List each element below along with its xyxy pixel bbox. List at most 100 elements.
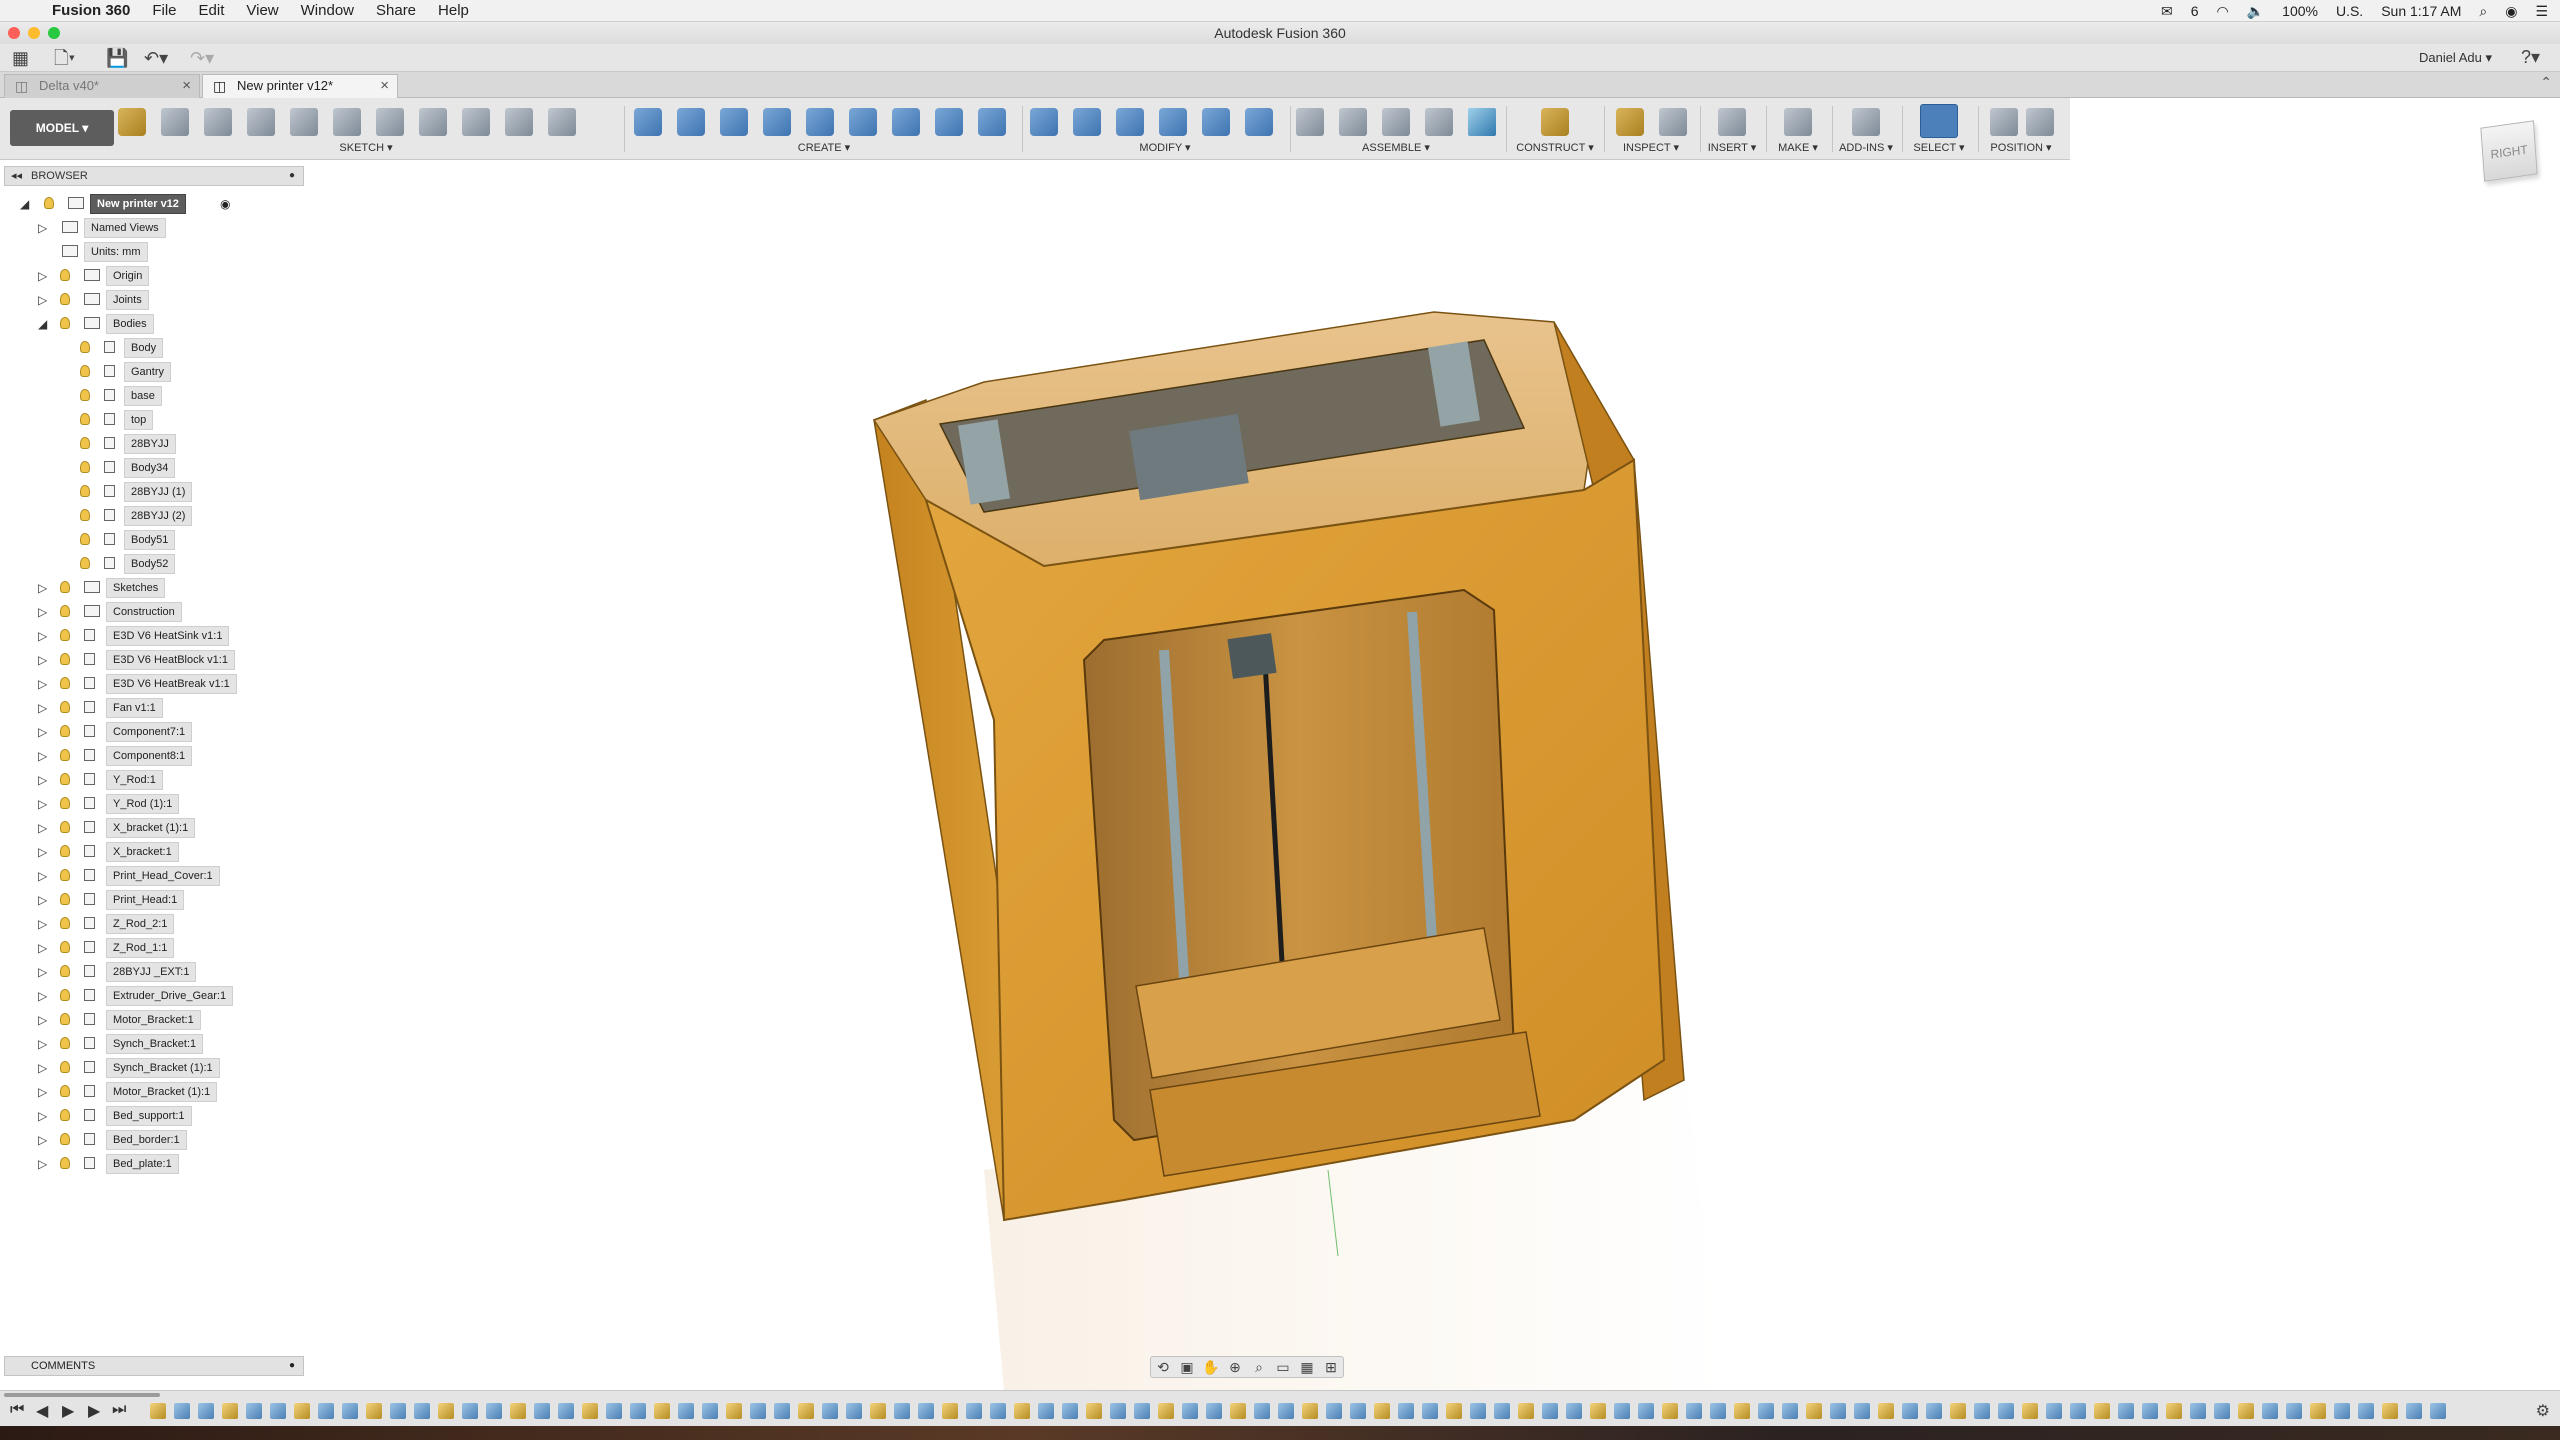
offset-plane-icon[interactable]: [1541, 108, 1569, 136]
timeline-feature-icon[interactable]: [2142, 1403, 2158, 1419]
timeline-feature-icon[interactable]: [1182, 1403, 1198, 1419]
timeline-feature-icon[interactable]: [630, 1403, 646, 1419]
wifi-icon[interactable]: ◠: [2217, 3, 2229, 20]
timeline-feature-icon[interactable]: [2046, 1403, 2062, 1419]
search-icon[interactable]: ⌕: [2479, 3, 2487, 20]
timeline-feature-icon[interactable]: [2214, 1403, 2230, 1419]
timeline-feature-icon[interactable]: [150, 1403, 166, 1419]
edit-sketch-icon[interactable]: [118, 108, 146, 136]
visibility-bulb-icon[interactable]: [80, 389, 90, 401]
group-label-position[interactable]: POSITION ▾: [1980, 141, 2062, 154]
collapse-panel-icon[interactable]: ◂◂: [11, 167, 22, 185]
timeline-feature-icon[interactable]: [1494, 1403, 1510, 1419]
select-cursor-icon[interactable]: [1920, 104, 1958, 138]
expand-triangle-icon[interactable]: ▷: [38, 219, 52, 237]
thread-icon[interactable]: [935, 108, 963, 136]
apps-grid-icon[interactable]: ▦: [12, 48, 29, 68]
timeline-feature-icon[interactable]: [1326, 1403, 1342, 1419]
expand-triangle-icon[interactable]: ▷: [38, 1107, 52, 1125]
menu-list-icon[interactable]: ☰: [2535, 3, 2548, 20]
visibility-bulb-icon[interactable]: [60, 725, 70, 737]
expand-triangle-icon[interactable]: ▷: [38, 819, 52, 837]
timeline-feature-icon[interactable]: [942, 1403, 958, 1419]
input-source[interactable]: U.S.: [2336, 3, 2363, 19]
expand-triangle-icon[interactable]: ▷: [38, 771, 52, 789]
timeline-feature-icon[interactable]: [1806, 1403, 1822, 1419]
siri-icon[interactable]: ◉: [2505, 3, 2517, 20]
visibility-bulb-icon[interactable]: [60, 1037, 70, 1049]
visibility-bulb-icon[interactable]: [60, 821, 70, 833]
visibility-bulb-icon[interactable]: [60, 917, 70, 929]
timeline-feature-icon[interactable]: [1518, 1403, 1534, 1419]
chamfer-icon[interactable]: [1116, 108, 1144, 136]
revolve-icon[interactable]: [720, 108, 748, 136]
go-to-start-icon[interactable]: ⏮: [10, 1401, 24, 1419]
expand-triangle-icon[interactable]: ▷: [38, 1059, 52, 1077]
group-label-assemble[interactable]: ASSEMBLE ▾: [1296, 141, 1496, 154]
expand-triangle-icon[interactable]: ▷: [38, 699, 52, 717]
timeline-feature-icon[interactable]: [2190, 1403, 2206, 1419]
menu-edit[interactable]: Edit: [199, 2, 225, 19]
menu-view[interactable]: View: [246, 2, 278, 19]
timeline-feature-icon[interactable]: [294, 1403, 310, 1419]
expand-triangle-icon[interactable]: ▷: [38, 1131, 52, 1149]
visibility-bulb-icon[interactable]: [60, 605, 70, 617]
expand-triangle-icon[interactable]: ▷: [38, 987, 52, 1005]
file-menu-icon[interactable]: 🗋▾: [54, 48, 75, 68]
pin-icon[interactable]: ●: [289, 1357, 295, 1375]
timeline-feature-icon[interactable]: [1542, 1403, 1558, 1419]
extrude-icon[interactable]: [677, 108, 705, 136]
visibility-bulb-icon[interactable]: [80, 557, 90, 569]
expand-triangle-icon[interactable]: ▷: [38, 1035, 52, 1053]
timeline-feature-icon[interactable]: [990, 1403, 1006, 1419]
collapse-triangle-icon[interactable]: ◢: [38, 315, 52, 333]
visibility-bulb-icon[interactable]: [60, 773, 70, 785]
visibility-bulb-icon[interactable]: [44, 197, 54, 209]
timeline-feature-icon[interactable]: [1590, 1403, 1606, 1419]
menu-share[interactable]: Share: [376, 2, 416, 19]
timeline-feature-icon[interactable]: [1110, 1403, 1126, 1419]
timeline-feature-icon[interactable]: [2166, 1403, 2182, 1419]
play-icon[interactable]: ▶: [62, 1401, 74, 1421]
press-pull-icon[interactable]: [1030, 108, 1058, 136]
visibility-bulb-icon[interactable]: [60, 581, 70, 593]
rib-icon[interactable]: [849, 108, 877, 136]
timeline-feature-icon[interactable]: [798, 1403, 814, 1419]
workspace-switcher[interactable]: MODEL ▾: [10, 110, 114, 146]
joint-icon[interactable]: [1339, 108, 1367, 136]
dimension-icon[interactable]: [462, 108, 490, 136]
3d-viewport[interactable]: [304, 160, 2560, 1390]
visibility-bulb-icon[interactable]: [80, 341, 90, 353]
timeline-feature-icon[interactable]: [2022, 1403, 2038, 1419]
close-tab-icon[interactable]: ×: [182, 75, 191, 97]
revert-position-icon[interactable]: [2026, 108, 2054, 136]
timeline-feature-icon[interactable]: [2094, 1403, 2110, 1419]
visibility-bulb-icon[interactable]: [60, 293, 70, 305]
timeline-feature-icon[interactable]: [1926, 1403, 1942, 1419]
expand-triangle-icon[interactable]: ▷: [38, 867, 52, 885]
timeline-feature-icon[interactable]: [702, 1403, 718, 1419]
timeline-feature-icon[interactable]: [1302, 1403, 1318, 1419]
timeline-feature-icon[interactable]: [1470, 1403, 1486, 1419]
timeline-feature-icon[interactable]: [2118, 1403, 2134, 1419]
group-label-insert[interactable]: INSERT ▾: [1702, 141, 1762, 154]
visibility-bulb-icon[interactable]: [60, 749, 70, 761]
visibility-bulb-icon[interactable]: [80, 437, 90, 449]
spline-icon[interactable]: [548, 108, 576, 136]
rectangle-icon[interactable]: [204, 108, 232, 136]
visibility-bulb-icon[interactable]: [80, 485, 90, 497]
zoom-icon[interactable]: ⊕: [1223, 1357, 1247, 1377]
timeline-feature-icon[interactable]: [1638, 1403, 1654, 1419]
orbit-icon[interactable]: ⟲: [1151, 1357, 1175, 1377]
timeline-feature-icon[interactable]: [438, 1403, 454, 1419]
visibility-bulb-icon[interactable]: [60, 989, 70, 1001]
timeline-feature-icon[interactable]: [582, 1403, 598, 1419]
shell-icon[interactable]: [1159, 108, 1187, 136]
gear-icon[interactable]: ⚙: [2536, 1401, 2550, 1421]
expand-triangle-icon[interactable]: ▷: [38, 603, 52, 621]
menu-app-name[interactable]: Fusion 360: [52, 2, 130, 19]
menu-file[interactable]: File: [152, 2, 176, 19]
group-label-create[interactable]: CREATE ▾: [634, 141, 1014, 154]
visibility-bulb-icon[interactable]: [80, 533, 90, 545]
tab-new-printer[interactable]: ◫ New printer v12* ×: [202, 74, 398, 98]
